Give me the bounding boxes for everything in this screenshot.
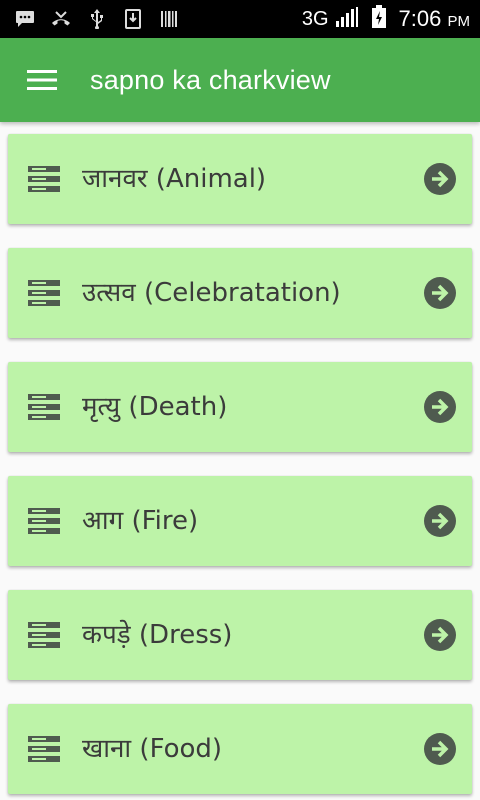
barcode-icon (158, 8, 180, 30)
signal-icon (335, 6, 359, 32)
app-title: sapno ka charkview (90, 64, 331, 95)
clock-ampm: PM (447, 13, 471, 30)
clock: 7:06 PM (399, 6, 470, 32)
battery-icon (371, 5, 387, 33)
download-icon (122, 8, 144, 30)
category-label: उत्सव (Celebratation) (82, 278, 341, 308)
app-bar: sapno ka charkview (0, 38, 480, 122)
arrow-circle-right-icon (424, 163, 456, 195)
category-card-food[interactable]: खाना (Food) (8, 704, 472, 794)
list-icon (28, 508, 60, 534)
arrow-circle-right-icon (424, 391, 456, 423)
arrow-circle-right-icon (424, 733, 456, 765)
notification-icons (14, 8, 180, 30)
clock-time: 7:06 (398, 6, 442, 31)
category-label: कपड़े (Dress) (82, 620, 233, 650)
category-card-death[interactable]: मृत्यु (Death) (8, 362, 472, 452)
category-label: जानवर (Animal) (82, 164, 267, 194)
category-label: मृत्यु (Death) (82, 392, 228, 422)
list-icon (28, 394, 60, 420)
missed-call-icon (50, 8, 72, 30)
status-bar: 3G 7:06 PM (0, 0, 480, 38)
category-card-animal[interactable]: जानवर (Animal) (8, 134, 472, 224)
category-label: खाना (Food) (82, 734, 223, 764)
usb-icon (86, 8, 108, 30)
arrow-circle-right-icon (424, 277, 456, 309)
system-icons: 3G 7:06 PM (302, 5, 470, 33)
list-icon (28, 736, 60, 762)
chat-icon (14, 8, 36, 30)
category-card-celebration[interactable]: उत्सव (Celebratation) (8, 248, 472, 338)
category-card-fire[interactable]: आग (Fire) (8, 476, 472, 566)
category-label: आग (Fire) (82, 506, 199, 536)
network-type: 3G (301, 7, 329, 30)
arrow-circle-right-icon (424, 619, 456, 651)
list-icon (28, 280, 60, 306)
menu-button[interactable] (0, 38, 84, 122)
hamburger-menu-icon (27, 70, 57, 90)
list-icon (28, 166, 60, 192)
list-icon (28, 622, 60, 648)
category-card-dress[interactable]: कपड़े (Dress) (8, 590, 472, 680)
arrow-circle-right-icon (424, 505, 456, 537)
